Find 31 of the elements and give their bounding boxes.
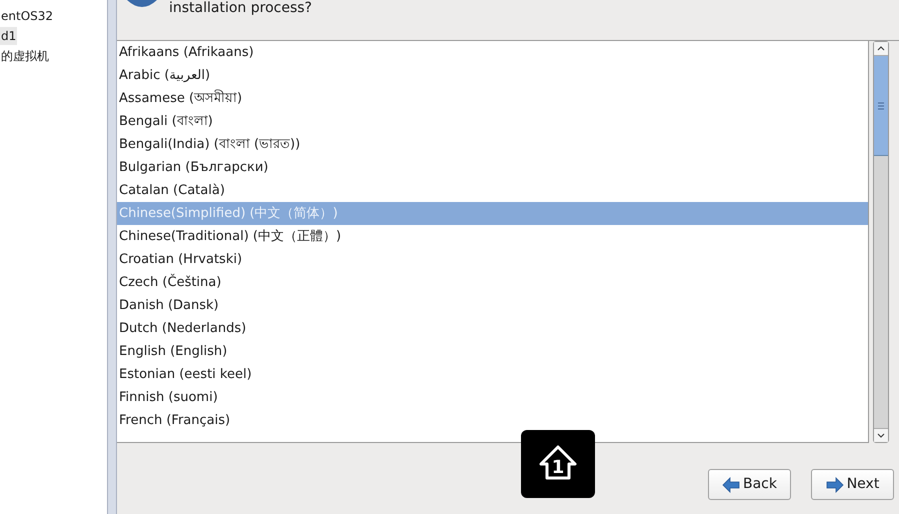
- left-arrow-icon: [722, 476, 740, 492]
- language-item[interactable]: Afrikaans (Afrikaans): [117, 41, 868, 64]
- language-item[interactable]: Czech (Čeština): [117, 271, 868, 294]
- language-item[interactable]: Estonian (eesti keel): [117, 363, 868, 386]
- sidebar-item[interactable]: 的虚拟机: [0, 47, 50, 65]
- language-item[interactable]: Danish (Dansk): [117, 294, 868, 317]
- language-item[interactable]: Croatian (Hrvatski): [117, 248, 868, 271]
- language-item[interactable]: Assamese (অসমীয়া): [117, 87, 868, 110]
- next-button[interactable]: Next: [811, 469, 894, 500]
- language-item[interactable]: Bengali (বাংলা): [117, 110, 868, 133]
- language-item[interactable]: Finnish (suomi): [117, 386, 868, 409]
- header-text: installation process?: [169, 0, 312, 16]
- overlay-badge[interactable]: 1: [521, 430, 595, 498]
- grip-icon: [878, 102, 884, 110]
- language-item[interactable]: Catalan (Català): [117, 179, 868, 202]
- language-item[interactable]: Bengali(India) (বাংলা (ভারত)): [117, 133, 868, 156]
- language-item[interactable]: French (Français): [117, 409, 868, 432]
- language-item[interactable]: Arabic (العربية): [117, 64, 868, 87]
- badge-number: 1: [552, 456, 564, 480]
- sidebar-item[interactable]: d1: [0, 27, 18, 45]
- language-item[interactable]: Dutch (Nederlands): [117, 317, 868, 340]
- language-item[interactable]: Chinese(Traditional) (中文（正體）): [117, 225, 868, 248]
- language-item[interactable]: Bulgarian (Български): [117, 156, 868, 179]
- scrollbar-thumb[interactable]: [874, 56, 888, 156]
- sidebar-item[interactable]: entOS32: [0, 7, 54, 25]
- language-item[interactable]: English (English): [117, 340, 868, 363]
- right-arrow-icon: [826, 476, 844, 492]
- back-button[interactable]: Back: [708, 469, 791, 500]
- down-chevron-icon[interactable]: [877, 433, 885, 438]
- up-chevron-icon[interactable]: [877, 46, 885, 51]
- scrollbar[interactable]: [873, 41, 889, 443]
